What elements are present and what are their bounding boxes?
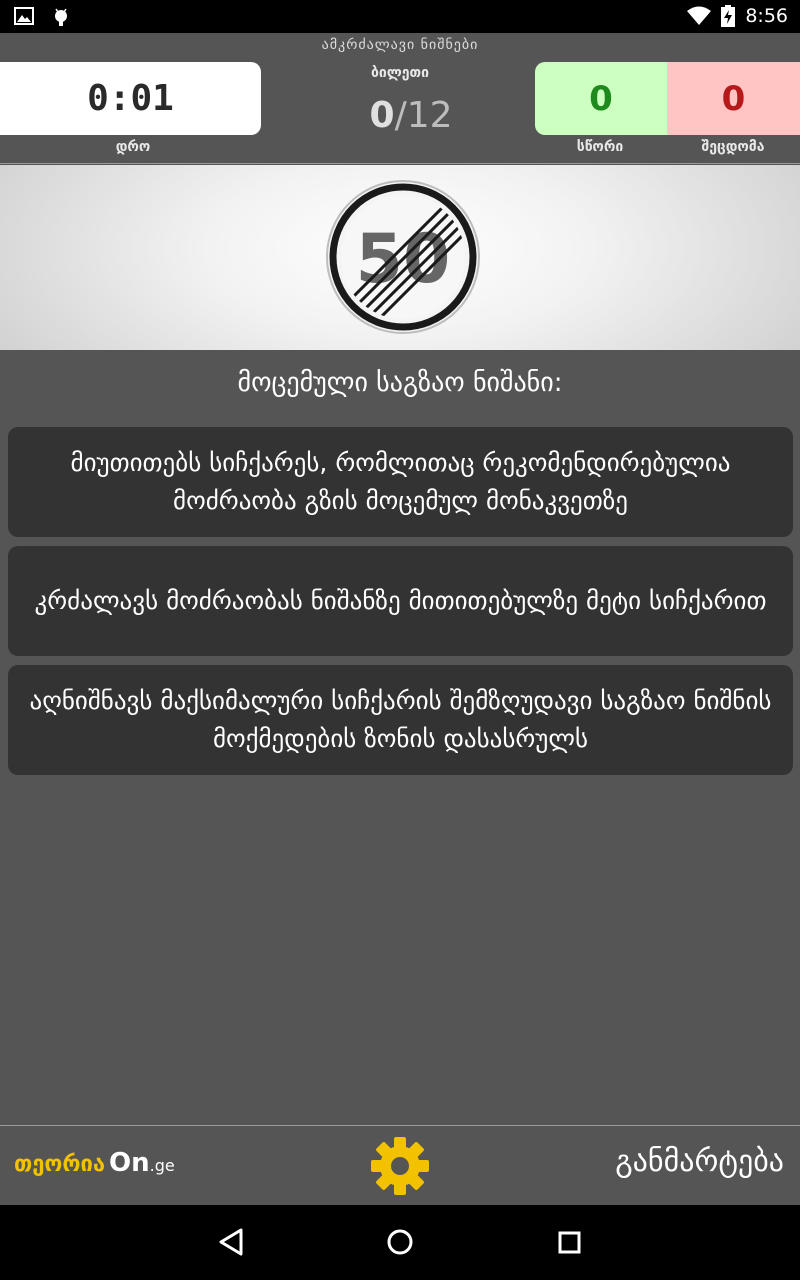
ticket-current: 0	[369, 95, 395, 136]
correct-count-box: 0	[535, 62, 667, 135]
bottom-toolbar: თეორია On .ge განმარტება	[0, 1125, 800, 1205]
clock: 8:56	[745, 5, 788, 27]
timer-value: 0:01	[87, 78, 174, 119]
back-icon[interactable]	[217, 1227, 245, 1257]
wrong-count-box: 0	[667, 62, 800, 135]
logo-georgian-text: თეორია	[14, 1152, 106, 1177]
sign-image-panel: 50	[0, 165, 800, 350]
logo-on-text: On	[109, 1148, 150, 1178]
ticket-label: ბილეთი	[370, 65, 430, 81]
wrong-count: 0	[721, 78, 746, 119]
correct-count: 0	[589, 78, 613, 119]
system-nav-bar	[0, 1205, 800, 1280]
home-icon[interactable]	[386, 1227, 414, 1257]
category-title: ამკრძალავი ნიშნები	[321, 37, 479, 53]
recents-icon[interactable]	[556, 1227, 584, 1257]
ticket-progress: 0/12	[300, 95, 522, 136]
app-logo[interactable]: თეორია On .ge	[14, 1148, 175, 1178]
android-icon	[55, 8, 67, 26]
timer-label: დრო	[115, 139, 151, 155]
answer-option-3[interactable]: აღნიშნავს მაქსიმალური სიჩქარის შემზღუდავ…	[8, 665, 793, 775]
end-of-speed-limit-50-sign: 50	[326, 180, 480, 334]
ticket-total: /12	[394, 95, 453, 136]
answer-option-1[interactable]: მიუთითებს სიჩქარეს, რომლითაც რეკომენდირე…	[8, 427, 793, 537]
question-text: მოცემული საგზაო ნიშანი:	[237, 368, 563, 398]
correct-label: სწორი	[576, 139, 624, 155]
image-icon	[14, 7, 34, 25]
battery-charging-icon	[721, 5, 736, 27]
logo-domain-text: .ge	[149, 1156, 175, 1175]
status-bar: 8:56	[0, 0, 800, 33]
explanation-button[interactable]: განმარტება	[615, 1144, 784, 1179]
timer-box: 0:01	[0, 62, 261, 135]
gear-icon[interactable]	[369, 1135, 431, 1197]
wrong-label: შეცდომა	[701, 139, 765, 155]
wifi-icon	[687, 6, 712, 25]
quiz-header: ამკრძალავი ნიშნები 0:01 დრო ბილეთი 0/12 …	[0, 33, 800, 164]
answer-option-2[interactable]: კრძალავს მოძრაობას ნიშანზე მითითებულზე მ…	[8, 546, 793, 656]
